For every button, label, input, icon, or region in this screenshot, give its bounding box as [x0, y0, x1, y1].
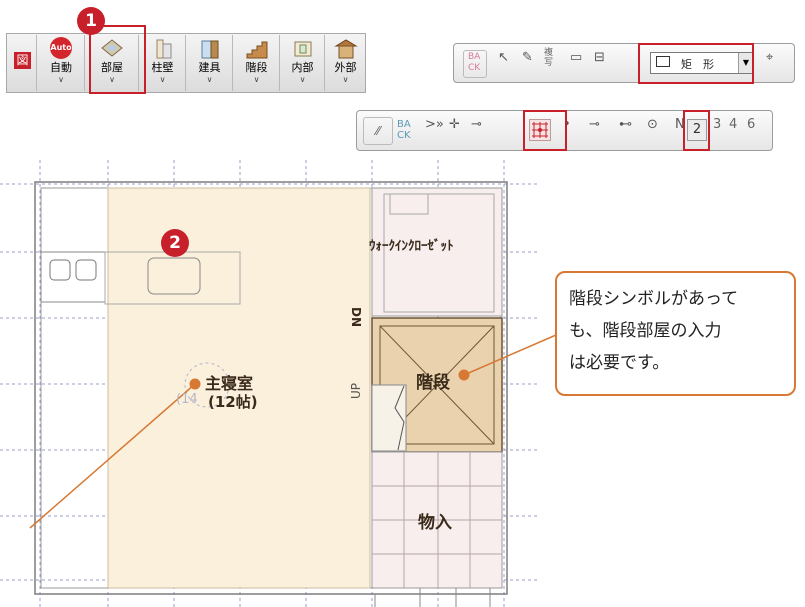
- master-bedroom-size: (12帖): [208, 393, 258, 411]
- divide-2-highlight: [683, 110, 710, 151]
- copy-button[interactable]: 複写: [544, 48, 560, 68]
- document-icon[interactable]: ⊟: [594, 50, 605, 65]
- chevron-down-icon: ∨: [206, 75, 213, 84]
- tool-interior-label: 内部: [291, 61, 314, 74]
- snap-cross-icon[interactable]: ✛: [449, 117, 460, 132]
- chevron-down-icon: ∨: [253, 75, 260, 84]
- chevron-down-icon: ∨: [159, 75, 166, 84]
- callout-line-1: 階段シンボルがあって: [569, 289, 739, 309]
- exterior-icon: [333, 39, 358, 59]
- walk-in-closet-label: ｳｫｰｸｲﾝｸﾛｰｾﾞｯﾄ: [369, 239, 454, 254]
- callout-line-3: は必要です。: [569, 353, 670, 373]
- figure-label: 図: [14, 52, 31, 69]
- up-label: UP: [349, 382, 364, 400]
- interior-icon: [294, 41, 311, 57]
- tool-exterior-button[interactable]: 外部 ∨: [326, 35, 365, 91]
- snap-line-icon[interactable]: ⊸: [471, 117, 482, 132]
- snap-midpoint-icon[interactable]: >»: [425, 117, 444, 132]
- tool-fitting-label: 建具: [198, 61, 221, 74]
- rectangle-icon[interactable]: ▭: [570, 50, 582, 65]
- callout-line-2: も、階段部屋の入力: [569, 321, 722, 341]
- tool-auto-button[interactable]: Auto 自動 ∨: [38, 35, 85, 91]
- sink-icon: [75, 259, 97, 281]
- tool-column-wall-button[interactable]: 柱壁 ∨: [140, 35, 186, 91]
- step-2-badge: 2: [161, 229, 189, 257]
- shape-select-highlight: [638, 43, 754, 84]
- snap-off-icon[interactable]: ⁄⁄: [363, 117, 393, 145]
- step-1-badge: 1: [77, 7, 105, 35]
- stove-icon: [49, 259, 71, 281]
- auto-icon: Auto: [50, 37, 72, 59]
- tool-interior-button[interactable]: 内部 ∨: [281, 35, 325, 91]
- room-button-highlight: [89, 25, 146, 94]
- tool-column-wall-label: 柱壁: [151, 61, 174, 74]
- stairs-label: 階段: [416, 373, 450, 393]
- main-toolbar: 図 Auto 自動 ∨ 部屋 ∨ 柱壁 ∨ 建具 ∨ 階段 ∨ 内部 ∨ 外部 …: [6, 33, 366, 93]
- kitchen-counter: [40, 251, 106, 303]
- node-edit-icon[interactable]: ⌖: [766, 50, 773, 65]
- snap-endpoint-icon[interactable]: ⊸: [589, 117, 600, 132]
- stairs-callout: 階段シンボルがあって も、階段部屋の入力 は必要です。: [555, 271, 796, 396]
- bottom-walls: [374, 588, 491, 607]
- dn-label: DN: [349, 306, 364, 328]
- grid-snap-highlight: [523, 110, 567, 151]
- chevron-down-icon: ∨: [299, 75, 306, 84]
- figure-mode-button[interactable]: 図: [7, 35, 37, 91]
- pointer-dot-stairs: [458, 369, 470, 381]
- chevron-down-icon: ∨: [58, 75, 64, 84]
- divide-6-button[interactable]: 6: [747, 117, 755, 132]
- snap-intersection-icon[interactable]: ⊷: [619, 117, 632, 132]
- back-button[interactable]: BA CK: [468, 52, 480, 74]
- select-arrow-icon[interactable]: ↖: [498, 50, 509, 65]
- tool-exterior-label: 外部: [334, 61, 357, 74]
- tool-stairs-button[interactable]: 階段 ∨: [234, 35, 280, 91]
- pen-icon[interactable]: ✎: [522, 50, 533, 65]
- divide-3-button[interactable]: 3: [713, 117, 721, 132]
- divide-4-button[interactable]: 4: [729, 117, 737, 132]
- snap-center-icon[interactable]: ⊙: [647, 117, 658, 132]
- snap-back-button[interactable]: BA CK: [397, 119, 417, 141]
- chevron-down-icon: ∨: [342, 75, 349, 84]
- fitting-icon: [201, 40, 218, 59]
- tool-auto-label: 自動: [50, 61, 72, 74]
- tool-stairs-label: 階段: [245, 61, 268, 74]
- column-wall-icon: [156, 39, 171, 59]
- stairs-icon: [246, 41, 267, 59]
- storage-label: 物入: [418, 513, 452, 533]
- tool-fitting-button[interactable]: 建具 ∨: [187, 35, 233, 91]
- pointer-dot-bedroom: [189, 378, 201, 390]
- ghost-size-label: (14: [176, 392, 198, 407]
